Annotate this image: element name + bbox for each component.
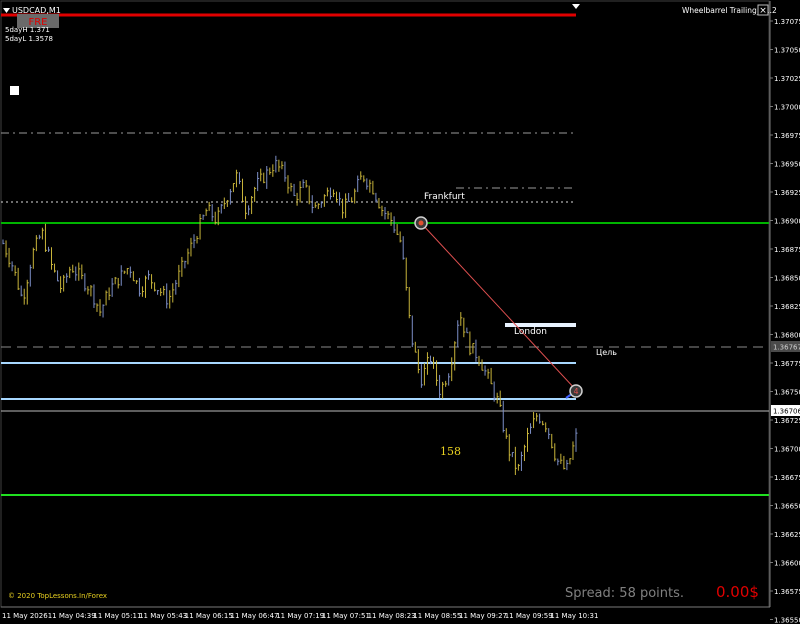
close-icon: × [759, 6, 767, 16]
price-tick-label: 1.36850 [774, 275, 800, 283]
price-tick-label: 1.36575 [774, 588, 800, 596]
london-label: London [514, 327, 547, 337]
time-tick-label: 11 May 05:11 [93, 612, 141, 620]
time-tick-label: 11 May 08:55 [413, 612, 461, 620]
panel-toggle-button[interactable] [10, 86, 19, 95]
spread-label: Spread: 58 points. [565, 586, 684, 601]
current-price-value: 1.36706 [773, 408, 800, 416]
price-tick-label: 1.37050 [774, 47, 800, 55]
indicator-close-button[interactable]: × [757, 4, 769, 16]
price-tick-label: 1.36700 [774, 446, 800, 454]
price-tick-label: 1.36900 [774, 218, 800, 226]
time-tick-label: 11 May 07:19 [276, 612, 324, 620]
day-low-label: 5dayL 1.3578 [5, 35, 53, 43]
profit-label: 0.00$ [716, 583, 759, 601]
time-tick-label: 11 May 10:31 [550, 612, 598, 620]
symbol-title: USDCAD,M1 [12, 6, 61, 15]
price-tick-label: 1.37075 [774, 18, 800, 26]
price-tick-label: 1.36875 [774, 246, 800, 254]
price-tick-label: 1.36725 [774, 417, 800, 425]
time-axis-ticks: 11 May 2026 11 May 04:3911 May 05:1111 Ma… [2, 612, 598, 620]
price-tick-label: 1.36750 [774, 389, 800, 397]
price-chart[interactable]: 4 FRE USDCAD,M1 5dayH 1.371 5dayL 1.3578… [0, 0, 800, 624]
price-tick-label: 1.37000 [774, 104, 800, 112]
price-tick-label: 1.36550 [774, 617, 800, 624]
day-high-label: 5dayH 1.371 [5, 26, 50, 34]
time-tick-label: 11 May 05:43 [139, 612, 187, 620]
target-label: Цель [596, 348, 617, 357]
time-tick-label: 11 May 06:47 [231, 612, 279, 620]
time-tick-label: 11 May 07:51 [322, 612, 370, 620]
price-tick-label: 1.36825 [774, 303, 800, 311]
price-tick-label: 1.36625 [774, 531, 800, 539]
chart-background [0, 0, 800, 624]
time-tick-label: 11 May 08:23 [368, 612, 416, 620]
price-tick-label: 1.36775 [774, 360, 800, 368]
svg-text:4: 4 [573, 387, 578, 396]
price-tick-label: 1.36800 [774, 332, 800, 340]
copyright-label: © 2020 TopLessons.In/Forex [8, 592, 107, 600]
price-tick-label: 1.36950 [774, 161, 800, 169]
price-tick-label: 1.36675 [774, 474, 800, 482]
trend-end-marker[interactable]: 4 [569, 384, 583, 398]
time-tick-label: 11 May 06:15 [185, 612, 233, 620]
trend-start-marker[interactable] [414, 216, 428, 230]
price-tick-label: 1.36925 [774, 189, 800, 197]
count-label: 158 [440, 445, 461, 458]
time-tick-label: 11 May 2026 [2, 612, 48, 620]
time-tick-label: 11 May 04:39 [48, 612, 96, 620]
price-tick-label: 1.36600 [774, 560, 800, 568]
time-tick-label: 11 May 09:27 [459, 612, 507, 620]
marked-price-value: 1.36767 [773, 344, 800, 352]
price-tick-label: 1.37025 [774, 75, 800, 83]
price-tick-label: 1.36975 [774, 132, 800, 140]
frankfurt-label: Frankfurt [424, 192, 465, 202]
time-tick-label: 11 May 09:59 [505, 612, 553, 620]
price-tick-label: 1.36650 [774, 503, 800, 511]
